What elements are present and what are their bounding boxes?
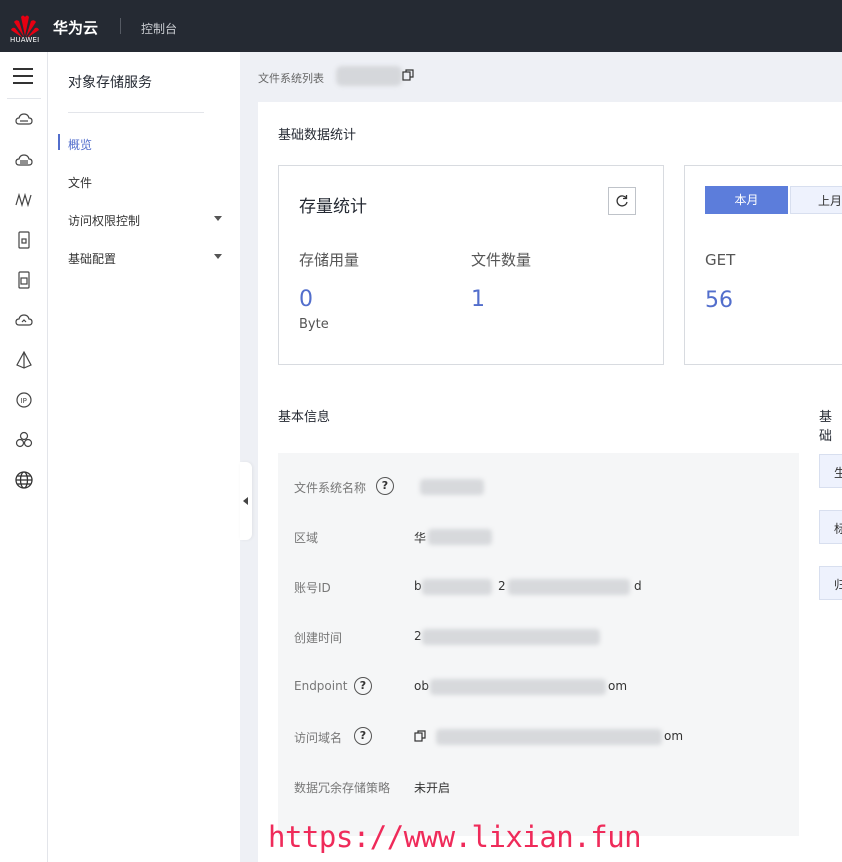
info-value: ob xyxy=(414,679,429,693)
help-icon[interactable]: ? xyxy=(354,677,372,695)
config-button-archive[interactable]: 归 xyxy=(819,566,842,600)
info-key: 文件系统名称 xyxy=(294,481,367,495)
redacted-value xyxy=(428,529,492,545)
disk-icon[interactable] xyxy=(14,150,34,170)
info-value: om xyxy=(608,679,628,693)
config-button-tags[interactable]: 标 xyxy=(819,510,842,544)
redacted-value xyxy=(422,579,492,595)
logo-text: HUAWEI xyxy=(10,36,40,44)
copy-icon[interactable] xyxy=(402,69,414,81)
nav-item-label: 概览 xyxy=(68,138,93,152)
info-value: d xyxy=(634,579,642,593)
info-row-redundancy: 数据冗余存储策略 未开启 xyxy=(294,777,794,797)
get-requests-label: GET xyxy=(705,251,736,269)
info-value: 2 xyxy=(498,579,506,593)
nav-item-access-control[interactable]: 访问权限控制 xyxy=(58,205,230,233)
menu-icon[interactable] xyxy=(13,68,33,84)
cluster-icon[interactable] xyxy=(14,430,34,450)
redacted-value xyxy=(420,479,484,495)
file-count-label: 文件数量 xyxy=(471,251,532,269)
help-icon[interactable]: ? xyxy=(376,477,394,495)
info-row-endpoint: Endpoint ? ob om xyxy=(294,677,794,697)
info-row-account-id: 账号ID b 2 d xyxy=(294,577,794,597)
redacted-fs-name xyxy=(336,66,402,86)
config-section-title: 基础 xyxy=(819,410,833,444)
tab-last-month[interactable]: 上月 xyxy=(790,186,842,214)
caret-down-icon xyxy=(214,216,222,221)
chevron-left-icon xyxy=(243,497,248,505)
nav-item-overview[interactable]: 概览 xyxy=(58,129,230,157)
info-value: 2 xyxy=(414,629,422,643)
subnav-divider xyxy=(68,112,204,113)
info-row-fs-name: 文件系统名称 ? xyxy=(294,477,794,497)
watermark-url: https://www.lixian.fun xyxy=(268,820,642,854)
cloud-server-icon[interactable] xyxy=(14,110,34,130)
main-content: 基础数据统计 存量统计 存储用量 0 Byte 文件数量 1 本月 上月 GET… xyxy=(258,102,842,862)
file-icon[interactable] xyxy=(14,270,34,290)
caret-down-icon xyxy=(214,254,222,259)
cloud-icon[interactable] xyxy=(14,310,34,330)
nav-item-files[interactable]: 文件 xyxy=(58,167,230,195)
console-link[interactable]: 控制台 xyxy=(141,20,177,37)
breadcrumb[interactable]: 文件系统列表 xyxy=(258,70,324,86)
nav-item-label: 访问权限控制 xyxy=(68,214,141,228)
redacted-value xyxy=(430,679,606,695)
redacted-value xyxy=(422,629,600,645)
info-row-domain: 访问域名 ? om xyxy=(294,727,794,747)
info-row-region: 区域 华 xyxy=(294,527,794,547)
storage-usage-unit: Byte xyxy=(299,317,329,332)
info-key: 账号ID xyxy=(294,581,331,595)
storage-stats-card: 存量统计 存储用量 0 Byte 文件数量 1 xyxy=(278,165,664,365)
ip-icon[interactable]: IP xyxy=(14,390,34,410)
info-key: 创建时间 xyxy=(294,631,343,645)
tab-this-month[interactable]: 本月 xyxy=(705,186,788,214)
redacted-value xyxy=(508,579,630,595)
secondary-nav: 对象存储服务 概览 文件 访问权限控制 基础配置 xyxy=(48,52,240,862)
pyramid-icon[interactable] xyxy=(14,350,34,370)
info-row-created: 创建时间 2 xyxy=(294,627,794,647)
stats-section-title: 基础数据统计 xyxy=(278,128,357,143)
file-count-value: 1 xyxy=(471,287,485,312)
nav-item-basic-config[interactable]: 基础配置 xyxy=(58,243,230,271)
cdn-globe-icon[interactable] xyxy=(14,470,34,490)
refresh-icon xyxy=(616,195,628,207)
storage-usage-label: 存储用量 xyxy=(299,251,360,269)
info-value: om xyxy=(664,729,684,743)
info-value: 未开启 xyxy=(414,781,451,795)
rail-divider xyxy=(7,98,41,99)
refresh-button[interactable] xyxy=(608,187,636,215)
info-value: 华 xyxy=(414,531,427,545)
info-value: b xyxy=(414,579,422,593)
active-indicator xyxy=(58,134,60,150)
storage-usage-value: 0 xyxy=(299,287,313,312)
get-requests-value: 56 xyxy=(705,288,733,313)
brand-name[interactable]: 华为云 xyxy=(53,17,98,38)
redacted-value xyxy=(436,729,662,745)
service-rail: IP xyxy=(0,52,48,862)
topbar-divider xyxy=(120,18,121,34)
card-title: 存量统计 xyxy=(299,197,367,217)
info-key: 访问域名 xyxy=(294,731,343,745)
request-stats-card: 本月 上月 GET 56 xyxy=(684,165,842,365)
basic-info-panel: 文件系统名称 ? 区域 华 账号ID b 2 d 创建时间 2 Endpoint… xyxy=(278,453,799,836)
storage-icon[interactable] xyxy=(14,230,34,250)
info-key: Endpoint xyxy=(294,679,348,693)
info-key: 数据冗余存储策略 xyxy=(294,781,391,795)
top-bar: HUAWEI 华为云 控制台 xyxy=(0,0,842,52)
help-icon[interactable]: ? xyxy=(354,727,372,745)
svg-text:IP: IP xyxy=(21,397,27,405)
nav-item-label: 基础配置 xyxy=(68,252,117,266)
nav-item-label: 文件 xyxy=(68,176,93,190)
collapse-sidebar-button[interactable] xyxy=(240,462,252,540)
info-section-title: 基本信息 xyxy=(278,410,331,425)
service-title: 对象存储服务 xyxy=(68,75,152,91)
network-icon[interactable] xyxy=(14,190,34,210)
info-key: 区域 xyxy=(294,531,319,545)
config-button-lifecycle[interactable]: 生 xyxy=(819,454,842,488)
copy-icon[interactable] xyxy=(414,730,426,742)
